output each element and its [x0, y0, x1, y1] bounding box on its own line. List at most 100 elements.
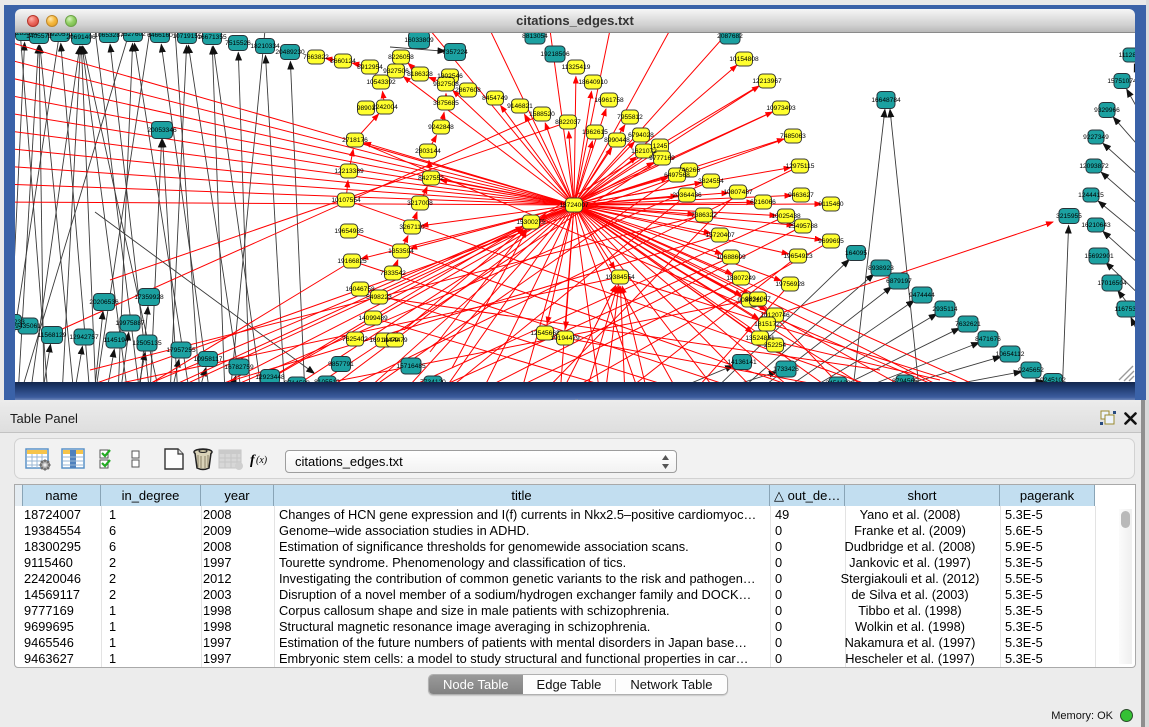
svg-text:9146821: 9146821: [507, 103, 533, 110]
svg-text:3824554: 3824554: [698, 178, 724, 185]
svg-text:3217008: 3217008: [407, 200, 433, 207]
svg-text:17016504: 17016504: [1097, 280, 1127, 287]
svg-text:2803144: 2803144: [415, 148, 441, 155]
svg-text:10688609: 10688609: [716, 254, 746, 261]
svg-text:2242004: 2242004: [372, 104, 398, 111]
svg-text:1362615: 1362615: [582, 129, 608, 136]
svg-text:12923448: 12923448: [255, 374, 285, 381]
svg-text:5498223: 5498223: [366, 294, 392, 301]
svg-text:17957255: 17957255: [166, 347, 196, 354]
svg-text:10543392: 10543392: [366, 79, 396, 86]
svg-text:25495788: 25495788: [788, 223, 818, 230]
svg-text:8912954: 8912954: [357, 64, 383, 71]
svg-text:1167534: 1167534: [1114, 306, 1135, 313]
svg-text:1145194: 1145194: [103, 337, 129, 344]
svg-text:17359928: 17359928: [134, 294, 164, 301]
svg-text:7833542: 7833542: [380, 270, 406, 277]
svg-text:7485063: 7485063: [780, 133, 806, 140]
svg-text:10120746: 10120746: [760, 312, 790, 319]
svg-text:19654923: 19654923: [783, 253, 813, 260]
svg-text:8471676: 8471676: [975, 336, 1001, 343]
svg-text:19384554: 19384554: [605, 274, 635, 281]
svg-text:2718176: 2718176: [342, 137, 368, 144]
svg-text:10107554: 10107554: [331, 197, 361, 204]
svg-text:10154808: 10154808: [729, 56, 759, 63]
svg-text:1733426: 1733426: [773, 366, 799, 373]
svg-text:20489230: 20489230: [275, 49, 305, 56]
svg-text:19218506: 19218506: [540, 51, 570, 58]
svg-text:16961758: 16961758: [594, 97, 624, 104]
svg-text:19756928: 19756928: [775, 281, 805, 288]
svg-text:10973493: 10973493: [766, 105, 796, 112]
svg-text:2087682: 2087682: [717, 33, 743, 40]
svg-text:9245652: 9245652: [1018, 367, 1044, 374]
svg-text:1527602: 1527602: [120, 33, 146, 38]
svg-text:15692901: 15692901: [1084, 253, 1114, 260]
svg-text:14099489: 14099489: [358, 315, 388, 322]
svg-text:1144479: 1144479: [382, 337, 408, 344]
svg-text:15720407: 15720407: [705, 232, 735, 239]
svg-text:8226058: 8226058: [388, 54, 414, 61]
svg-text:9777169: 9777169: [649, 155, 675, 162]
svg-text:19654985: 19654985: [334, 228, 364, 235]
svg-text:9834067: 9834067: [745, 296, 771, 303]
svg-text:2867608: 2867608: [455, 87, 481, 94]
svg-text:12213967: 12213967: [752, 78, 782, 85]
svg-text:7955812: 7955812: [617, 114, 643, 121]
svg-text:19166825: 19166825: [337, 258, 367, 265]
svg-text:16033809: 16033809: [404, 37, 434, 44]
svg-text:3215955: 3215955: [1056, 213, 1082, 220]
svg-text:8454749: 8454749: [482, 95, 508, 102]
svg-text:7663822: 7663822: [303, 54, 329, 61]
svg-text:15300275: 15300275: [516, 219, 546, 226]
svg-text:8186328: 8186328: [407, 71, 433, 78]
svg-text:15751074: 15751074: [1107, 78, 1135, 85]
svg-text:8660124: 8660124: [330, 58, 356, 65]
svg-text:12213389: 12213389: [334, 168, 364, 175]
svg-text:7357224: 7357224: [442, 49, 468, 56]
svg-text:11325419: 11325419: [562, 64, 591, 71]
svg-text:8938923: 8938923: [868, 265, 894, 272]
svg-text:20691406: 20691406: [66, 34, 96, 41]
svg-text:10958117: 10958117: [194, 356, 223, 363]
svg-text:20053346: 20053346: [147, 127, 177, 134]
svg-text:10654112: 10654112: [996, 351, 1025, 358]
svg-text:7515526: 7515526: [225, 40, 251, 47]
svg-text:11568129: 11568129: [38, 332, 67, 339]
svg-text:12942757: 12942757: [69, 334, 99, 341]
svg-text:8813054: 8813054: [522, 33, 548, 40]
svg-text:12093872: 12093872: [1079, 163, 1109, 170]
svg-text:9474444: 9474444: [909, 292, 935, 299]
svg-text:18640910: 18640910: [578, 79, 608, 86]
svg-text:7386322: 7386322: [691, 212, 717, 219]
svg-text:9227349: 9227349: [1083, 134, 1109, 141]
svg-text:12505135: 12505135: [132, 340, 162, 347]
svg-text:6497568: 6497568: [664, 172, 690, 179]
svg-text:1353594: 1353594: [388, 248, 414, 255]
svg-text:9463627: 9463627: [788, 192, 814, 199]
svg-text:9329966: 9329966: [1094, 107, 1120, 114]
svg-text:2935114: 2935114: [932, 306, 958, 313]
svg-text:18807249: 18807249: [726, 275, 756, 282]
svg-text:9115460: 9115460: [818, 201, 844, 208]
svg-text:8822037: 8822037: [555, 119, 581, 126]
svg-text:18724007: 18724007: [559, 202, 589, 209]
svg-text:16782759: 16782759: [224, 364, 254, 371]
svg-text:9857791: 9857791: [328, 361, 354, 368]
svg-text:1815172: 1815172: [754, 321, 780, 328]
svg-text:3267110: 3267110: [399, 224, 425, 231]
svg-text:252254: 252254: [764, 342, 786, 349]
svg-text:16210643: 16210643: [1081, 222, 1111, 229]
svg-text:19975887: 19975887: [115, 320, 145, 327]
svg-text:14136141: 14136141: [727, 359, 757, 366]
svg-text:1245: 1245: [653, 143, 668, 150]
svg-text:6466160: 6466160: [147, 33, 173, 39]
svg-text:9327506: 9327506: [383, 68, 409, 75]
svg-text:6794028: 6794028: [628, 132, 654, 139]
svg-text:12975115: 12975115: [786, 163, 815, 170]
svg-text:19194479: 19194479: [550, 335, 580, 342]
svg-text:9242848: 9242848: [428, 124, 454, 131]
svg-text:6216066: 6216066: [750, 199, 776, 206]
svg-text:16046758: 16046758: [345, 286, 375, 293]
svg-text:7625402: 7625402: [342, 336, 368, 343]
